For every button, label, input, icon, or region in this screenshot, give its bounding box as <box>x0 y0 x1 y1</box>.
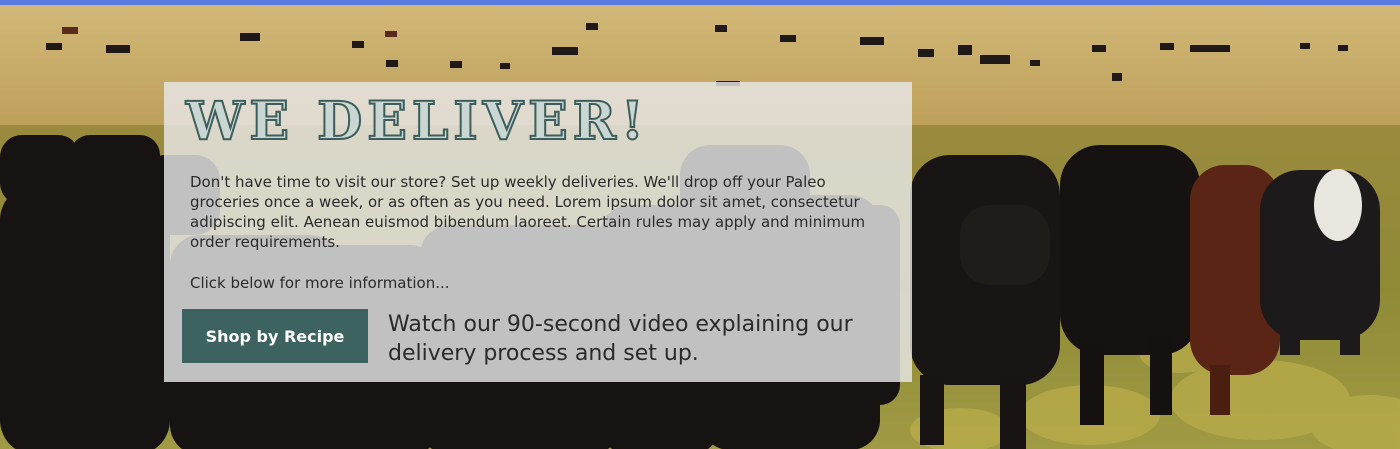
more-info-text: Click below for more information... <box>190 274 450 292</box>
headline: WE DELIVER! <box>185 91 649 152</box>
top-accent-bar <box>0 0 1400 5</box>
delivery-info-panel: WE DELIVER! Don't have time to visit our… <box>164 82 912 382</box>
delivery-description: Don't have time to visit our store? Set … <box>190 173 866 251</box>
shop-by-recipe-button[interactable]: Shop by Recipe <box>182 309 368 363</box>
video-link-text[interactable]: Watch our 90-second video explaining our… <box>388 310 888 368</box>
